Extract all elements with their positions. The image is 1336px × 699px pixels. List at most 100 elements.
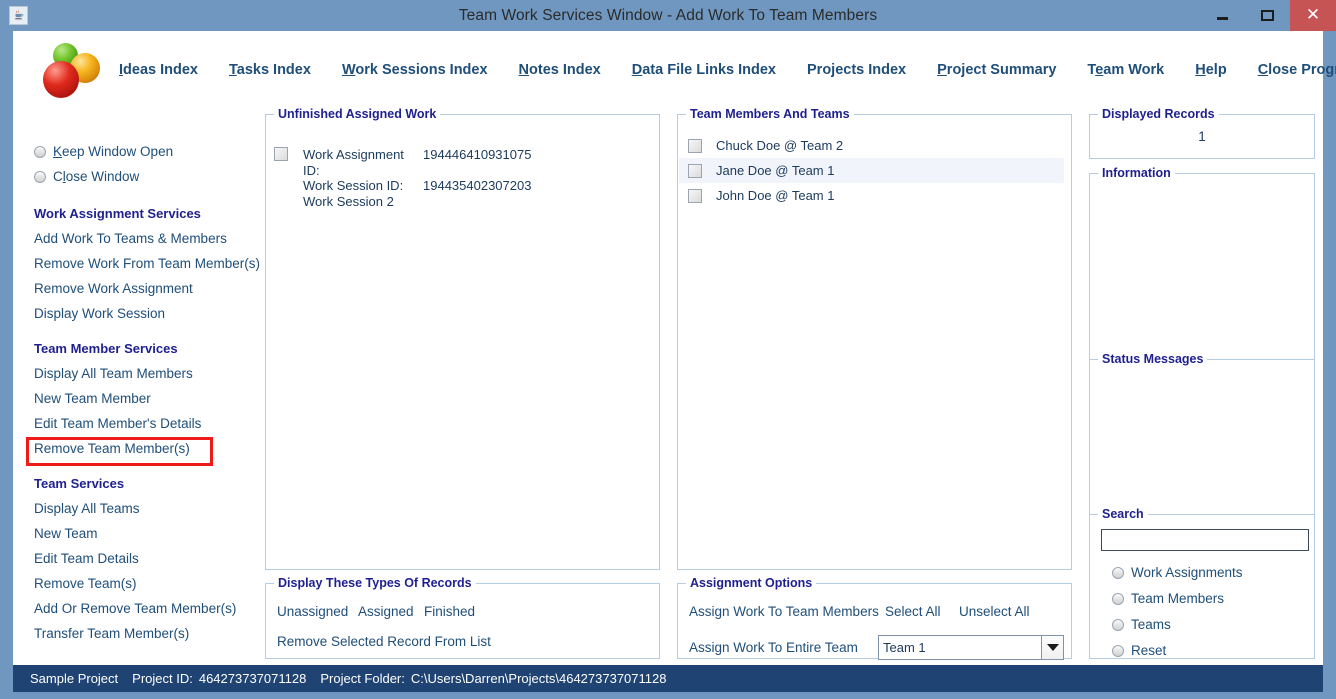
display-types-panel: Display These Types Of Records Unassigne… bbox=[265, 583, 660, 659]
menu-item-work-sessions-index[interactable]: Work Sessions Index bbox=[342, 62, 488, 78]
menu-item-projects-index[interactable]: Projects Index bbox=[807, 62, 906, 78]
work-session-id-label: Work Session ID: bbox=[303, 178, 423, 194]
checkbox-icon[interactable] bbox=[688, 139, 702, 153]
list-item[interactable]: Chuck Doe @ Team 2 bbox=[679, 133, 1064, 158]
list-item[interactable]: Jane Doe @ Team 1 bbox=[679, 158, 1064, 183]
panel-title: Display These Types Of Records bbox=[274, 576, 476, 590]
client-area: Ideas Index Tasks Index Work Sessions In… bbox=[13, 31, 1323, 665]
unselect-all-link[interactable]: Unselect All bbox=[959, 604, 1030, 619]
display-type-unassigned[interactable]: Unassigned bbox=[277, 604, 348, 619]
radio-keep-window-open[interactable]: Keep Window Open bbox=[34, 144, 173, 159]
minimize-icon bbox=[1217, 17, 1228, 20]
logo-sphere-red bbox=[43, 61, 79, 98]
radio-label: Close Window bbox=[53, 169, 139, 184]
search-option-label: Teams bbox=[1131, 617, 1171, 632]
radio-icon bbox=[1112, 645, 1124, 657]
unfinished-assigned-work-panel: Unfinished Assigned Work Work Assignment… bbox=[265, 114, 660, 570]
remove-selected-record-link[interactable]: Remove Selected Record From List bbox=[277, 634, 491, 649]
menu-item-ideas-index[interactable]: Ideas Index bbox=[119, 62, 198, 78]
sidebar-item-display-all-teams[interactable]: Display All Teams bbox=[34, 501, 140, 516]
sidebar-item-edit-team-details[interactable]: Edit Team Details bbox=[34, 551, 139, 566]
sidebar-item-new-team-member[interactable]: New Team Member bbox=[34, 391, 151, 406]
panel-title: Displayed Records bbox=[1098, 107, 1219, 121]
checkbox-icon[interactable] bbox=[274, 147, 288, 161]
checkbox-icon[interactable] bbox=[688, 189, 702, 203]
radio-label: Keep Window Open bbox=[53, 144, 173, 159]
sidebar-item-transfer-team-members[interactable]: Transfer Team Member(s) bbox=[34, 626, 189, 641]
team-member-label: Jane Doe @ Team 1 bbox=[716, 163, 834, 178]
information-panel: Information bbox=[1089, 173, 1315, 369]
menu-item-help[interactable]: Help bbox=[1195, 62, 1226, 78]
information-content bbox=[1096, 184, 1308, 362]
search-option-reset[interactable]: Reset bbox=[1112, 643, 1166, 658]
sidebar-item-remove-work-from-team-members[interactable]: Remove Work From Team Member(s) bbox=[34, 256, 260, 271]
status-project-folder-label: Project Folder: bbox=[320, 671, 405, 686]
work-session-id-value: 194435402307203 bbox=[423, 178, 531, 194]
sidebar-item-add-or-remove-team-members[interactable]: Add Or Remove Team Member(s) bbox=[34, 601, 236, 616]
sidebar-item-remove-teams[interactable]: Remove Team(s) bbox=[34, 576, 137, 591]
close-icon: ✕ bbox=[1306, 7, 1320, 24]
display-type-assigned[interactable]: Assigned bbox=[358, 604, 414, 619]
radio-icon bbox=[1112, 567, 1124, 579]
assign-work-to-entire-team-link[interactable]: Assign Work To Entire Team bbox=[689, 640, 858, 655]
status-messages-content bbox=[1096, 370, 1308, 519]
menu-item-notes-index[interactable]: Notes Index bbox=[519, 62, 601, 78]
search-option-label: Reset bbox=[1131, 643, 1166, 658]
status-project-folder-value: C:\Users\Darren\Projects\464273737071128 bbox=[411, 671, 667, 686]
displayed-records-count: 1 bbox=[1090, 129, 1314, 144]
three-spheres-logo bbox=[37, 40, 109, 100]
main-menu-bar: Ideas Index Tasks Index Work Sessions In… bbox=[119, 31, 1319, 109]
menu-item-project-summary[interactable]: Project Summary bbox=[937, 62, 1056, 78]
team-member-label: Chuck Doe @ Team 2 bbox=[716, 138, 843, 153]
sidebar-heading-work-assignment-services: Work Assignment Services bbox=[34, 206, 201, 221]
radio-icon bbox=[1112, 593, 1124, 605]
assign-work-to-team-members-link[interactable]: Assign Work To Team Members bbox=[689, 604, 879, 619]
status-project-id-value: 464273737071128 bbox=[199, 671, 307, 686]
sidebar-item-add-work-to-teams-members[interactable]: Add Work To Teams & Members bbox=[34, 231, 227, 246]
search-option-teams[interactable]: Teams bbox=[1112, 617, 1171, 632]
status-messages-panel: Status Messages bbox=[1089, 359, 1315, 526]
team-members-and-teams-panel: Team Members And Teams Chuck Doe @ Team … bbox=[677, 114, 1072, 570]
work-assignment-row[interactable]: Work Assignment ID: 194446410931075 Work… bbox=[274, 147, 654, 209]
sidebar-item-remove-team-members[interactable]: Remove Team Member(s) bbox=[34, 441, 190, 456]
panel-title: Information bbox=[1098, 166, 1175, 180]
menu-item-data-file-links-index[interactable]: Data File Links Index bbox=[632, 62, 776, 78]
minimize-button[interactable] bbox=[1200, 0, 1245, 31]
panel-title: Team Members And Teams bbox=[686, 107, 854, 121]
sidebar-heading-team-services: Team Services bbox=[34, 476, 124, 491]
window-controls: ✕ bbox=[1200, 0, 1336, 31]
sidebar-item-new-team[interactable]: New Team bbox=[34, 526, 98, 541]
close-button[interactable]: ✕ bbox=[1290, 0, 1336, 31]
sidebar-item-display-all-team-members[interactable]: Display All Team Members bbox=[34, 366, 193, 381]
list-item[interactable]: John Doe @ Team 1 bbox=[679, 183, 1064, 208]
maximize-button[interactable] bbox=[1245, 0, 1290, 31]
assignment-options-panel: Assignment Options Assign Work To Team M… bbox=[677, 583, 1072, 659]
work-assignment-id-label: Work Assignment ID: bbox=[303, 147, 423, 178]
checkbox-icon[interactable] bbox=[688, 164, 702, 178]
select-all-link[interactable]: Select All bbox=[885, 604, 941, 619]
menu-item-close-program[interactable]: Close Program bbox=[1258, 62, 1336, 78]
radio-close-window[interactable]: Close Window bbox=[34, 169, 139, 184]
search-option-label: Work Assignments bbox=[1131, 565, 1243, 580]
search-panel: Search Work Assignments Team Members Tea… bbox=[1089, 514, 1315, 659]
panel-title: Status Messages bbox=[1098, 352, 1207, 366]
status-project-name: Sample Project bbox=[30, 671, 118, 686]
search-option-team-members[interactable]: Team Members bbox=[1112, 591, 1224, 606]
sidebar-item-remove-work-assignment[interactable]: Remove Work Assignment bbox=[34, 281, 193, 296]
menu-item-tasks-index[interactable]: Tasks Index bbox=[229, 62, 311, 78]
menu-item-team-work[interactable]: Team Work bbox=[1087, 62, 1164, 78]
team-dropdown[interactable]: Team 1 bbox=[878, 635, 1064, 660]
panel-title: Unfinished Assigned Work bbox=[274, 107, 440, 121]
search-option-work-assignments[interactable]: Work Assignments bbox=[1112, 565, 1243, 580]
radio-icon bbox=[34, 146, 46, 158]
panel-title: Search bbox=[1098, 507, 1148, 521]
sidebar-item-edit-team-members-details[interactable]: Edit Team Member's Details bbox=[34, 416, 201, 431]
display-type-finished[interactable]: Finished bbox=[424, 604, 475, 619]
team-dropdown-value[interactable]: Team 1 bbox=[878, 635, 1041, 660]
panel-title: Assignment Options bbox=[686, 576, 816, 590]
work-session-name: Work Session 2 bbox=[303, 194, 423, 210]
search-input[interactable] bbox=[1101, 529, 1309, 551]
work-assignment-details: Work Assignment ID: 194446410931075 Work… bbox=[303, 147, 531, 209]
chevron-down-icon[interactable] bbox=[1041, 635, 1064, 660]
sidebar-item-display-work-session[interactable]: Display Work Session bbox=[34, 306, 165, 321]
